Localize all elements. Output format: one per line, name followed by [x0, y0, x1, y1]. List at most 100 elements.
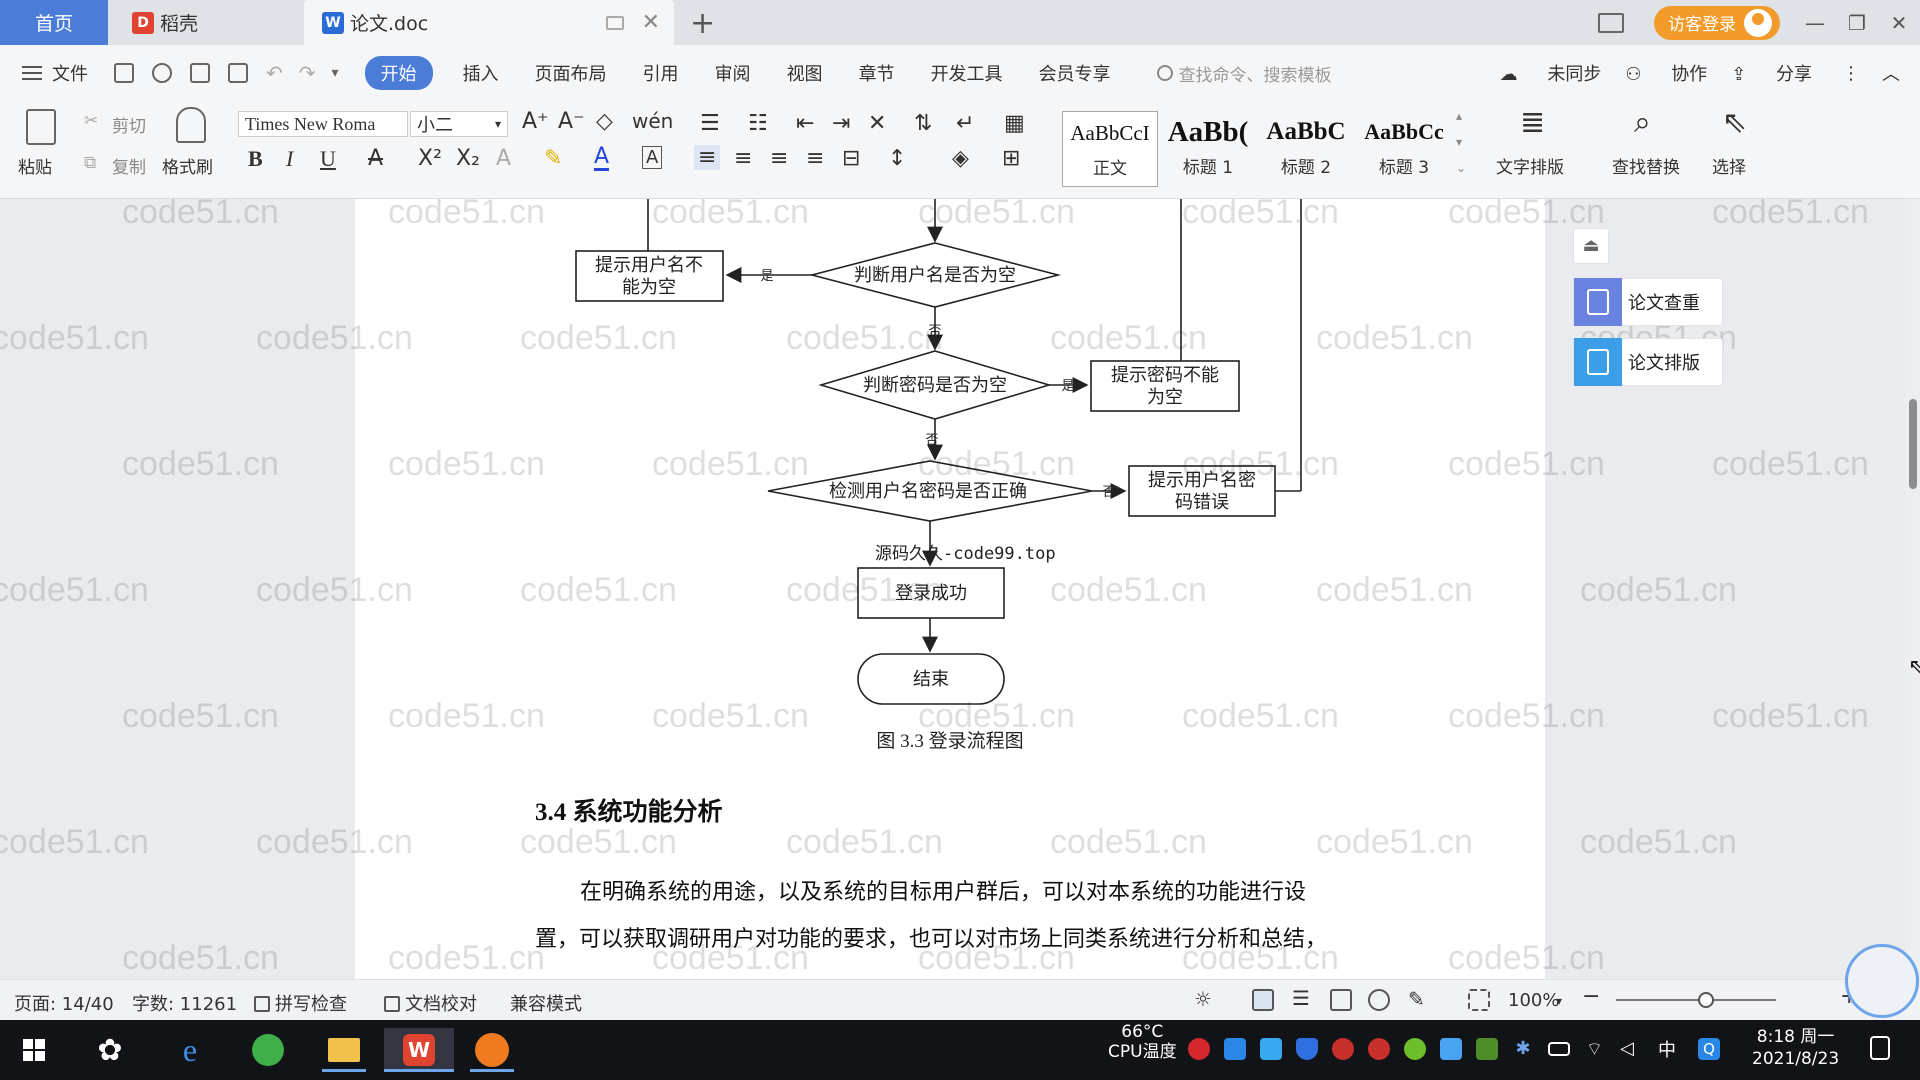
- chinese-layout-icon[interactable]: ✕: [868, 111, 886, 136]
- page-view-icon[interactable]: [1252, 989, 1274, 1011]
- find-replace-button[interactable]: 查找替换: [1612, 153, 1680, 178]
- more-icon[interactable]: ⋮: [1842, 63, 1860, 84]
- text-layout-button[interactable]: 文字排版: [1496, 153, 1564, 178]
- battery-icon[interactable]: [1548, 1042, 1570, 1056]
- screen-icon[interactable]: [606, 15, 624, 30]
- save-icon[interactable]: [114, 63, 134, 83]
- notification-icon[interactable]: [1870, 1036, 1890, 1060]
- print-icon[interactable]: [190, 63, 210, 83]
- underline-icon[interactable]: U: [320, 146, 336, 172]
- grow-font-icon[interactable]: A⁺: [522, 109, 549, 134]
- menu-review[interactable]: 审阅: [715, 60, 751, 86]
- line-spacing-icon[interactable]: ↕: [888, 146, 906, 171]
- fit-page-icon[interactable]: [1468, 989, 1490, 1011]
- tray-app-icon[interactable]: [1188, 1038, 1210, 1060]
- collapse-ribbon-icon[interactable]: ︿: [1882, 60, 1900, 86]
- menu-file[interactable]: 文件: [22, 60, 88, 86]
- format-painter-button[interactable]: 格式刷: [162, 153, 213, 178]
- paste-button[interactable]: 粘贴: [18, 153, 52, 178]
- copy-icon[interactable]: ⧉: [84, 153, 96, 173]
- tray-app-icon[interactable]: [1224, 1038, 1246, 1060]
- word-count[interactable]: 字数: 11261: [132, 990, 237, 1016]
- styles-scroll-down-icon[interactable]: ▾: [1456, 135, 1462, 149]
- close-window-icon[interactable]: ✕: [1878, 11, 1920, 35]
- tray-app-icon[interactable]: [1440, 1038, 1462, 1060]
- select-cursor-icon[interactable]: ⇖: [1722, 105, 1747, 140]
- italic-icon[interactable]: I: [286, 146, 293, 172]
- ime-indicator[interactable]: 中: [1658, 1036, 1676, 1062]
- format-painter-icon[interactable]: [176, 107, 206, 143]
- bluetooth-icon[interactable]: ✱: [1512, 1038, 1534, 1060]
- clear-format-icon[interactable]: ◇: [596, 109, 613, 134]
- tray-app-icon[interactable]: [1260, 1038, 1282, 1060]
- decrease-indent-icon[interactable]: ⇤: [796, 111, 814, 136]
- doc-proof-button[interactable]: 文档校对: [384, 990, 477, 1016]
- scrollbar-thumb[interactable]: [1909, 399, 1917, 489]
- border-icon[interactable]: ⊞: [1002, 146, 1020, 171]
- text-effect-icon[interactable]: A: [496, 146, 511, 171]
- distributed-icon[interactable]: ⊟: [842, 146, 860, 171]
- style-heading-3[interactable]: AaBbCc 标题 3: [1356, 111, 1452, 187]
- styles-scroll-up-icon[interactable]: ▴: [1456, 109, 1462, 123]
- tab-home[interactable]: 首页: [0, 0, 108, 45]
- guest-login-button[interactable]: 访客登录: [1654, 5, 1780, 40]
- share-button[interactable]: ⇪ 分享: [1731, 60, 1812, 86]
- new-tab-button[interactable]: +: [690, 6, 715, 41]
- menu-view[interactable]: 视图: [787, 60, 823, 86]
- restore-icon[interactable]: ❐: [1836, 11, 1878, 35]
- sync-button[interactable]: ☁ 未同步: [1500, 60, 1602, 86]
- qq-icon[interactable]: [1332, 1038, 1354, 1060]
- zoom-slider-knob[interactable]: [1697, 992, 1714, 1008]
- increase-indent-icon[interactable]: ⇥: [832, 111, 850, 136]
- file-explorer-icon[interactable]: [322, 1028, 366, 1072]
- find-replace-icon[interactable]: ⌕: [1634, 105, 1651, 140]
- ie-browser-icon[interactable]: e: [168, 1028, 212, 1072]
- superscript-icon[interactable]: X²: [418, 146, 442, 171]
- input-method-icon[interactable]: Q: [1698, 1038, 1720, 1060]
- style-heading-1[interactable]: AaBb( 标题 1: [1160, 111, 1256, 187]
- zoom-chevron-icon[interactable]: ▾: [1556, 994, 1562, 1008]
- redo-icon[interactable]: ↷: [299, 61, 316, 85]
- cpu-temperature[interactable]: 66°C CPU温度: [1108, 1022, 1177, 1062]
- nvidia-icon[interactable]: [1476, 1038, 1498, 1060]
- tray-app-icon[interactable]: [1404, 1038, 1426, 1060]
- outline-view-icon[interactable]: ☰: [1292, 988, 1314, 1011]
- game-app-icon[interactable]: [470, 1028, 514, 1072]
- tab-daoke[interactable]: D 稻壳: [110, 0, 300, 45]
- minimize-icon[interactable]: —: [1794, 11, 1836, 35]
- shading-icon[interactable]: ◈: [952, 146, 969, 171]
- show-marks-icon[interactable]: ↵: [956, 111, 974, 136]
- command-search[interactable]: 查找命令、搜索模板: [1156, 61, 1332, 86]
- style-normal[interactable]: AaBbCcI 正文: [1062, 111, 1158, 187]
- paste-icon[interactable]: [26, 109, 56, 145]
- styles-expand-icon[interactable]: ⌄: [1456, 161, 1466, 175]
- customize-chevron-icon[interactable]: ▾: [332, 65, 339, 81]
- wps-taskbar-icon[interactable]: W: [384, 1028, 454, 1072]
- shrink-font-icon[interactable]: A⁻: [558, 109, 585, 134]
- copy-button[interactable]: 复制: [112, 153, 146, 178]
- vertical-scrollbar[interactable]: [1905, 199, 1920, 979]
- spell-check-button[interactable]: 拼写检查: [254, 990, 347, 1016]
- write-view-icon[interactable]: ✎: [1408, 987, 1425, 1011]
- style-heading-2[interactable]: AaBbC 标题 2: [1258, 111, 1354, 187]
- menu-dev-tools[interactable]: 开发工具: [931, 60, 1003, 86]
- menu-insert[interactable]: 插入: [463, 60, 499, 86]
- select-button[interactable]: 选择: [1712, 153, 1746, 178]
- tab-document[interactable]: W 论文.doc ✕: [304, 0, 674, 45]
- sort-icon[interactable]: ⇅: [914, 111, 932, 136]
- menu-member[interactable]: 会员专享: [1039, 60, 1111, 86]
- export-icon[interactable]: [152, 63, 172, 83]
- char-border-icon[interactable]: A: [642, 146, 663, 169]
- system-clock[interactable]: 8:18 周一 2021/8/23: [1752, 1026, 1839, 1070]
- assistant-robot-icon[interactable]: [1845, 944, 1919, 1018]
- paper-check-button[interactable]: 论文查重: [1573, 278, 1723, 326]
- reading-view-icon[interactable]: [1330, 989, 1352, 1011]
- page-indicator[interactable]: 页面: 14/40: [14, 990, 114, 1016]
- subscript-icon[interactable]: X₂: [456, 146, 480, 171]
- zoom-slider[interactable]: [1616, 999, 1776, 1001]
- menu-chapter[interactable]: 章节: [859, 60, 895, 86]
- eye-protect-icon[interactable]: ☼: [1194, 987, 1212, 1011]
- strikethrough-icon[interactable]: A: [368, 146, 383, 171]
- bold-icon[interactable]: B: [248, 146, 263, 172]
- 360-browser-icon[interactable]: [246, 1028, 290, 1072]
